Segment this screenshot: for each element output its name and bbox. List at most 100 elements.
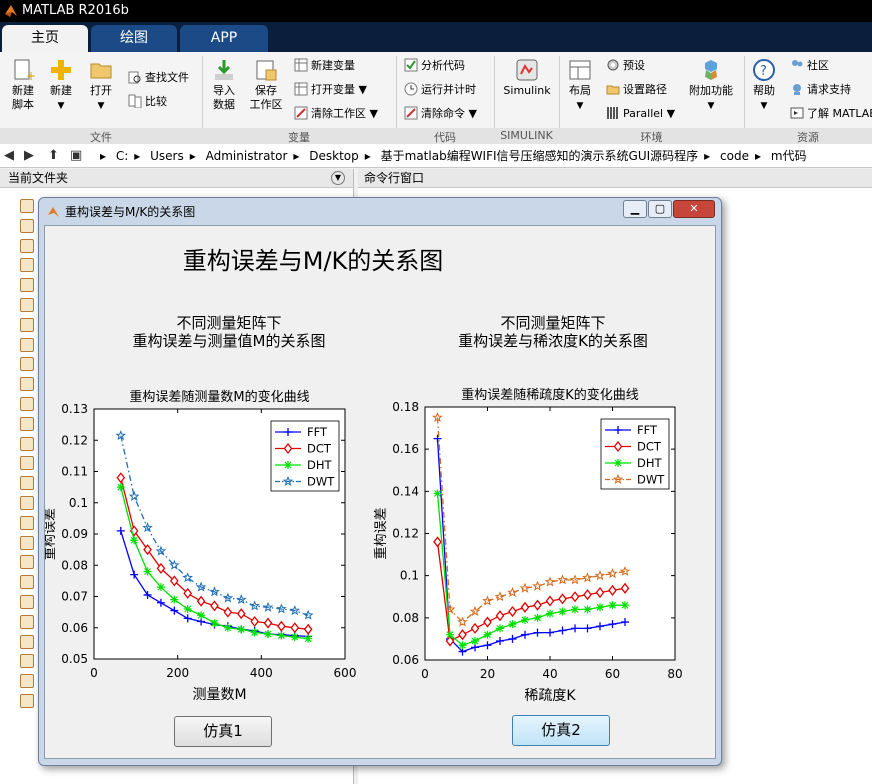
tab-home[interactable]: 主页: [2, 25, 88, 52]
file-icon[interactable]: [20, 297, 34, 312]
folder-icon: [90, 63, 112, 79]
file-icon[interactable]: [20, 594, 34, 609]
breadcrumb-item[interactable]: Desktop: [309, 149, 359, 163]
file-icon[interactable]: [20, 258, 34, 273]
analyze-code-button[interactable]: 分析代码: [404, 58, 465, 73]
y-tick-label: 0.18: [392, 400, 419, 414]
layout-button[interactable]: 布局 ▼: [564, 58, 596, 113]
file-icon[interactable]: [20, 495, 34, 510]
clear-workspace-button[interactable]: 清除工作区 ▼: [294, 106, 378, 121]
simulink-button[interactable]: Simulink: [500, 58, 554, 98]
file-icon[interactable]: [20, 377, 34, 392]
y-tick-label: 0.1: [400, 569, 419, 583]
file-icon[interactable]: [20, 317, 34, 332]
file-icon[interactable]: [20, 238, 34, 253]
learn-matlab-button[interactable]: 了解 MATLAB: [790, 106, 872, 121]
data-point-dht: [170, 595, 179, 604]
new-variable-icon: [294, 58, 308, 72]
left-caption-line1: 不同测量矩阵下: [176, 314, 281, 332]
right-caption-line2: 重构误差与稀浓度K的关系图: [458, 332, 648, 350]
import-data-button[interactable]: 导入 数据: [206, 58, 242, 112]
tab-apps[interactable]: APP: [180, 25, 268, 52]
legend-label: FFT: [307, 425, 328, 439]
request-support-button[interactable]: 请求支持: [790, 82, 851, 97]
clear-commands-button[interactable]: 清除命令 ▼: [404, 106, 477, 121]
data-point-dht: [596, 603, 604, 612]
up-folder-icon[interactable]: ⬆: [48, 144, 59, 168]
file-icon[interactable]: [20, 199, 34, 213]
learn-icon: [790, 107, 804, 119]
x-tick-label: 0: [421, 667, 429, 681]
file-icon[interactable]: [20, 476, 34, 491]
data-point-dht: [223, 623, 232, 632]
file-icon[interactable]: [20, 693, 34, 708]
file-icon[interactable]: [20, 674, 34, 689]
x-tick-label: 200: [166, 666, 189, 680]
breadcrumb-item[interactable]: C:: [116, 149, 128, 163]
address-bar: ◀ ▶ ⬆ ▣ ▸ C: ▸ Users ▸ Administrator ▸ Desk…: [0, 144, 872, 168]
minimize-button[interactable]: ▁: [623, 200, 647, 218]
set-path-icon: [606, 85, 620, 95]
file-icon[interactable]: [20, 535, 34, 550]
add-ons-button[interactable]: 附加功能 ▼: [686, 58, 736, 113]
help-button[interactable]: ? 帮助 ▼: [748, 58, 780, 113]
new-button[interactable]: 新建 ▼: [44, 58, 78, 113]
tab-plots[interactable]: 绘图: [91, 25, 177, 52]
file-icon[interactable]: [20, 357, 34, 372]
layout-icon: [569, 60, 591, 80]
file-icon[interactable]: [20, 456, 34, 471]
path-separator: ▸: [100, 149, 107, 163]
y-tick-label: 0.11: [61, 465, 88, 479]
new-script-button[interactable]: + 新建 脚本: [6, 58, 40, 112]
data-point-dht: [156, 583, 165, 592]
community-button[interactable]: 社区: [790, 58, 829, 73]
file-icon[interactable]: [20, 575, 34, 590]
x-tick-label: 40: [542, 667, 557, 681]
data-point-dht: [458, 641, 467, 650]
browse-folder-icon[interactable]: ▣: [70, 144, 82, 168]
breadcrumb-item[interactable]: Administrator: [206, 149, 288, 163]
new-variable-button[interactable]: 新建变量: [294, 58, 355, 73]
data-point-dht: [130, 536, 139, 545]
file-icon[interactable]: [20, 634, 34, 649]
close-button[interactable]: ✕: [673, 200, 715, 218]
simulate-2-button[interactable]: 仿真2: [512, 715, 610, 746]
open-button[interactable]: 打开 ▼: [84, 58, 118, 113]
legend-label: DWT: [307, 475, 335, 489]
file-icon[interactable]: [20, 654, 34, 669]
file-icon[interactable]: [20, 436, 34, 451]
run-and-time-button[interactable]: 运行并计时: [404, 82, 476, 97]
file-icon[interactable]: [20, 278, 34, 293]
panel-menu-icon[interactable]: ▼: [331, 171, 345, 185]
preferences-button[interactable]: 预设: [606, 58, 645, 73]
breadcrumb-item[interactable]: Users: [150, 149, 184, 163]
breadcrumb-item[interactable]: 基于matlab编程WIFI信号压缩感知的演示系统GUI源码程序: [381, 149, 699, 163]
forward-arrow-icon[interactable]: ▶: [24, 144, 34, 168]
breadcrumb-item[interactable]: m代码: [771, 149, 807, 163]
find-files-button[interactable]: 查找文件: [128, 70, 189, 85]
save-workspace-button[interactable]: 保存 工作区: [246, 58, 286, 112]
breadcrumb[interactable]: ▸ C: ▸ Users ▸ Administrator ▸ Desktop ▸ 基于m…: [100, 144, 813, 168]
current-folder-header: 当前文件夹 ▼: [0, 169, 353, 188]
analyze-code-icon: [404, 58, 418, 72]
simulate-1-button[interactable]: 仿真1: [174, 716, 272, 747]
back-arrow-icon[interactable]: ◀: [4, 144, 14, 168]
file-icon[interactable]: [20, 555, 34, 570]
data-point-dht: [483, 630, 492, 639]
parallel-button[interactable]: Parallel ▼: [606, 106, 675, 121]
file-icon[interactable]: [20, 416, 34, 431]
file-icon[interactable]: [20, 337, 34, 352]
data-point-dht: [143, 567, 152, 576]
file-icon[interactable]: [20, 218, 34, 233]
file-icon[interactable]: [20, 614, 34, 629]
group-label-file: 文件: [90, 131, 112, 144]
open-variable-button[interactable]: 打开变量 ▼: [294, 82, 367, 97]
maximize-button[interactable]: ▢: [648, 200, 672, 218]
ribbon-toolstrip: + 新建 脚本 新建 ▼ 打开 ▼ 查找文件 比较 导入 数据 保存 工作区 新建变…: [0, 52, 872, 144]
compare-button[interactable]: 比较: [128, 94, 167, 109]
y-tick-label: 0.12: [392, 527, 419, 541]
file-icon[interactable]: [20, 396, 34, 411]
set-path-button[interactable]: 设置路径: [606, 82, 667, 97]
file-icon[interactable]: [20, 515, 34, 530]
breadcrumb-item[interactable]: code: [720, 149, 749, 163]
